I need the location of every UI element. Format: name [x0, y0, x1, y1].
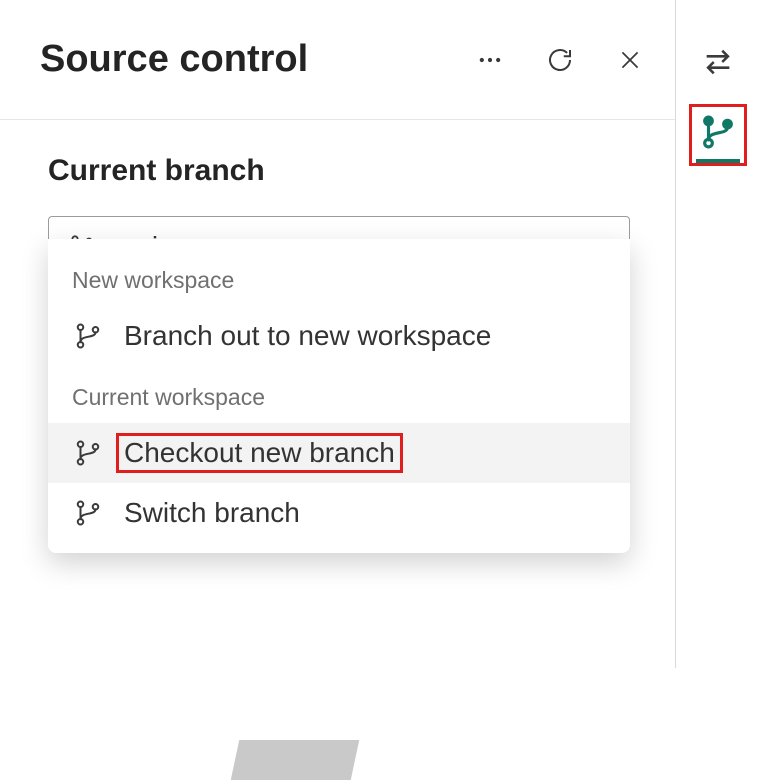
- close-icon[interactable]: [613, 43, 647, 77]
- refresh-icon[interactable]: [543, 43, 577, 77]
- branch-icon: [72, 320, 104, 352]
- source-control-tab-highlight: [689, 104, 747, 166]
- panel-title: Source control: [40, 38, 473, 81]
- branch-icon: [72, 437, 104, 469]
- menu-item-label: Checkout new branch: [124, 437, 395, 469]
- branch-icon: [72, 497, 104, 529]
- active-tab-underline: [696, 159, 740, 163]
- menu-item-label: Switch branch: [124, 497, 300, 529]
- menu-item-switch-branch[interactable]: Switch branch: [48, 483, 630, 543]
- menu-item-label: Branch out to new workspace: [124, 320, 491, 352]
- menu-item-branch-out[interactable]: Branch out to new workspace: [48, 306, 630, 366]
- menu-item-checkout-new-branch[interactable]: Checkout new branch: [48, 423, 630, 483]
- panel-header: Source control: [0, 0, 675, 120]
- section-label: Current branch: [48, 154, 635, 188]
- more-icon[interactable]: [473, 43, 507, 77]
- branch-dropdown-menu: New workspace Branch out to new workspac…: [48, 239, 630, 553]
- menu-group-label: New workspace: [48, 249, 630, 306]
- swap-icon[interactable]: [696, 40, 740, 84]
- panel-body: Current branch main New workspace Branch…: [0, 120, 675, 278]
- menu-group-label: Current workspace: [48, 366, 630, 423]
- right-rail: [676, 0, 760, 668]
- background-shape: [231, 740, 360, 780]
- source-control-tab[interactable]: [696, 113, 740, 151]
- header-actions: [473, 43, 647, 77]
- source-control-panel: Source control Current branch: [0, 0, 676, 668]
